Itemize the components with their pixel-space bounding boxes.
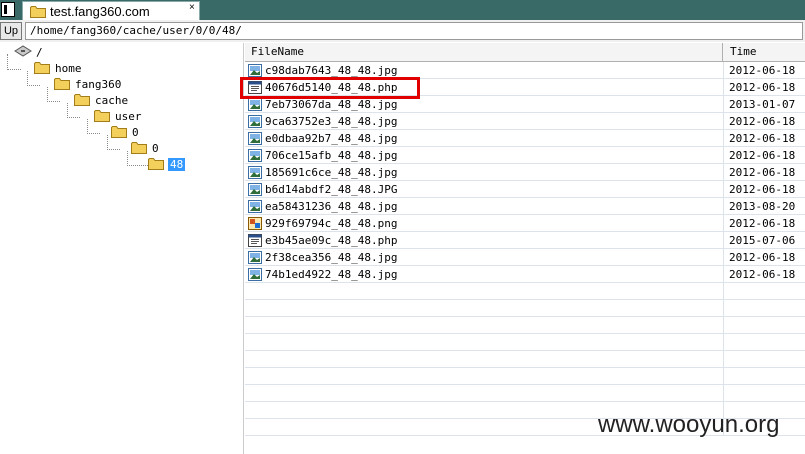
watermark: www.wooyun.org <box>598 411 780 438</box>
file-row[interactable]: 706ce15afb_48_48.jpg 2012-06-18 <box>245 147 805 164</box>
column-header-time[interactable]: Time <box>724 43 805 61</box>
file-time: 2013-08-20 <box>729 200 796 213</box>
image-file-icon <box>248 132 262 148</box>
file-row[interactable]: 929f69794c_48_48.png 2012-06-18 <box>245 215 805 232</box>
empty-row <box>245 368 805 385</box>
file-row[interactable]: b6d14abdf2_48_48.JPG 2012-06-18 <box>245 181 805 198</box>
tree-node-label: home <box>55 62 82 75</box>
file-time: 2012-06-18 <box>729 115 796 128</box>
image-file-icon <box>248 183 262 199</box>
file-time: 2015-07-06 <box>729 234 796 247</box>
empty-row <box>245 283 805 300</box>
file-time: 2012-06-18 <box>729 132 796 145</box>
file-row[interactable]: 9ca63752e3_48_48.jpg 2012-06-18 <box>245 113 805 130</box>
file-name: b6d14abdf2_48_48.JPG <box>265 183 398 196</box>
empty-row <box>245 300 805 317</box>
file-name: 185691c6ce_48_48.jpg <box>265 166 398 179</box>
column-header-filename[interactable]: FileName <box>245 43 723 61</box>
file-name: ea58431236_48_48.jpg <box>265 200 398 213</box>
tree-node-label: fang360 <box>75 78 122 91</box>
tree-root-label: / <box>36 46 43 59</box>
file-name: 929f69794c_48_48.png <box>265 217 398 230</box>
tree-node-label: 48 <box>168 158 186 171</box>
file-name: 7eb73067da_48_48.jpg <box>265 98 398 111</box>
address-bar: Up /home/fang360/cache/user/0/0/48/ <box>0 20 805 42</box>
file-time: 2012-06-18 <box>729 149 796 162</box>
tab-site[interactable]: test.fang360.com × <box>22 1 200 20</box>
file-name: 706ce15afb_48_48.jpg <box>265 149 398 162</box>
empty-row <box>245 317 805 334</box>
script-file-icon <box>248 234 262 250</box>
file-list-header: FileName Time <box>245 43 805 62</box>
tree-node-label: 0 <box>132 126 139 139</box>
image-file-icon <box>248 166 262 182</box>
empty-row <box>245 334 805 351</box>
folder-icon <box>94 109 110 125</box>
file-row[interactable]: 2f38cea356_48_48.jpg 2012-06-18 <box>245 249 805 266</box>
folder-icon <box>54 77 70 93</box>
folder-icon <box>30 5 46 21</box>
file-time: 2012-06-18 <box>729 81 796 94</box>
file-name: c98dab7643_48_48.jpg <box>265 64 398 77</box>
file-time: 2012-06-18 <box>729 166 796 179</box>
folder-icon <box>74 93 90 109</box>
image-file-icon <box>248 200 262 216</box>
file-row[interactable]: ea58431236_48_48.jpg 2013-08-20 <box>245 198 805 215</box>
folder-icon <box>111 125 127 141</box>
file-time: 2012-06-18 <box>729 183 796 196</box>
file-name: e0dbaa92b7_48_48.jpg <box>265 132 398 145</box>
image-file-icon <box>248 98 262 114</box>
up-button[interactable]: Up <box>0 22 22 40</box>
tab-bar: test.fang360.com × <box>0 0 805 20</box>
window-menu-icon[interactable] <box>1 2 15 17</box>
file-name: 74b1ed4922_48_48.jpg <box>265 268 398 281</box>
file-row[interactable]: e3b45ae09c_48_48.php 2015-07-06 <box>245 232 805 249</box>
empty-row <box>245 385 805 402</box>
file-time: 2012-06-18 <box>729 268 796 281</box>
tree-node-label: cache <box>95 94 129 107</box>
file-name: e3b45ae09c_48_48.php <box>265 234 398 247</box>
folder-open-icon <box>148 157 164 173</box>
file-time: 2012-06-18 <box>729 251 796 264</box>
file-time: 2012-06-18 <box>729 64 796 77</box>
path-input[interactable]: /home/fang360/cache/user/0/0/48/ <box>25 22 803 40</box>
file-time: 2013-01-07 <box>729 98 796 111</box>
tab-title: test.fang360.com <box>50 4 150 19</box>
empty-row <box>245 351 805 368</box>
image-file-icon <box>248 251 262 267</box>
folder-icon <box>131 141 147 157</box>
file-row[interactable]: 185691c6ce_48_48.jpg 2012-06-18 <box>245 164 805 181</box>
file-name: 9ca63752e3_48_48.jpg <box>265 115 398 128</box>
file-name: 2f38cea356_48_48.jpg <box>265 251 398 264</box>
tree-node-label: user <box>115 110 142 123</box>
image-file-icon <box>248 268 262 284</box>
directory-tree: / home fang360 cache user 0 0 48 <box>0 43 244 454</box>
tree-node-label: 0 <box>152 142 159 155</box>
folder-icon <box>34 61 50 77</box>
file-list: FileName Time c98dab7643_48_48.jpg 2012-0… <box>245 43 805 454</box>
image-file-icon <box>248 115 262 131</box>
file-rows: c98dab7643_48_48.jpg 2012-06-18 40676d5140… <box>245 62 805 436</box>
drive-icon <box>14 45 32 60</box>
file-row[interactable]: e0dbaa92b7_48_48.jpg 2012-06-18 <box>245 130 805 147</box>
image-file-icon <box>248 149 262 165</box>
file-time: 2012-06-18 <box>729 217 796 230</box>
png-file-icon <box>248 217 262 233</box>
file-row[interactable]: 74b1ed4922_48_48.jpg 2012-06-18 <box>245 266 805 283</box>
highlight-box <box>240 77 420 99</box>
close-icon[interactable]: × <box>189 2 195 13</box>
